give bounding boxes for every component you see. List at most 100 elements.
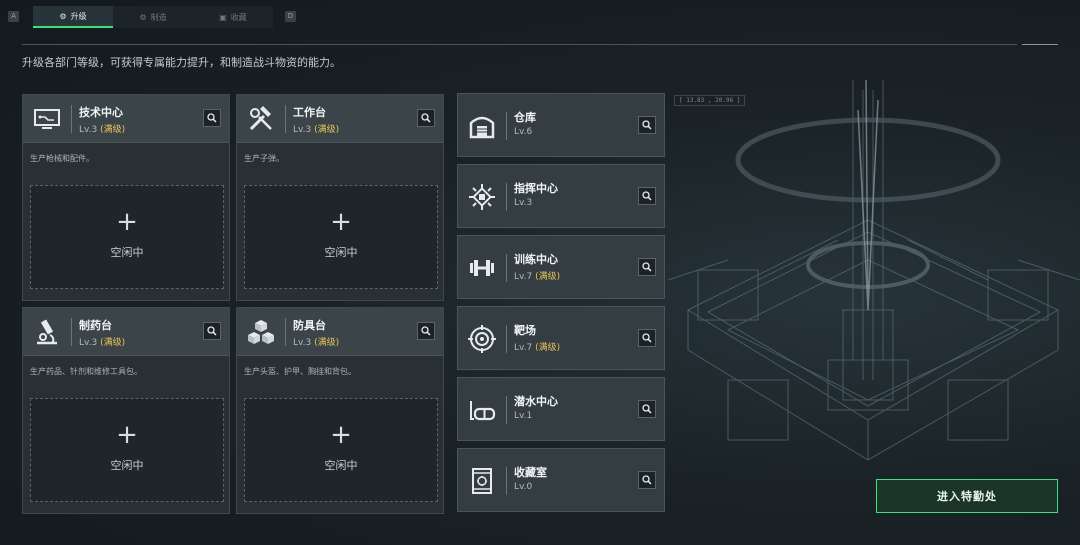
microscope-icon: [29, 314, 65, 350]
production-slot[interactable]: + 空闲中: [244, 185, 438, 289]
dept-row-shooting-range[interactable]: 靶场 Lv.7 (满级): [457, 306, 665, 370]
divider: [506, 325, 507, 353]
dept-name: 训练中心: [514, 253, 558, 266]
card-header: 制药台 Lv.3 (满级): [23, 308, 229, 356]
dept-description: 生产子弹。: [244, 154, 284, 163]
divider: [71, 105, 72, 133]
top-tab-bar: A ⚙ 升级 ⚙ 制造 ▣ 收藏 D: [0, 0, 1080, 34]
search-icon: [642, 191, 652, 201]
search-icon: [421, 113, 431, 123]
search-button[interactable]: [638, 258, 656, 276]
divider: [285, 105, 286, 133]
dept-name: 技术中心: [79, 106, 123, 119]
dept-row-collection-room[interactable]: 收藏室 Lv.0: [457, 448, 665, 512]
search-button[interactable]: [638, 400, 656, 418]
dept-card-armor-bench[interactable]: 防具台 Lv.3 (满级) 生产头盔、护甲、胸挂和背包。 + 空闲中: [236, 307, 444, 514]
dept-level: Lv.7 (满级): [514, 343, 561, 353]
dept-name: 潜水中心: [514, 395, 558, 408]
search-button[interactable]: [638, 471, 656, 489]
search-icon: [642, 120, 652, 130]
tab-label: 收藏: [230, 12, 247, 22]
slot-status: 空闲中: [324, 246, 358, 259]
search-button[interactable]: [417, 109, 435, 127]
search-button[interactable]: [417, 322, 435, 340]
search-button[interactable]: [638, 329, 656, 347]
prev-tab-key-hint[interactable]: A: [8, 11, 19, 22]
dept-level: Lv.3: [514, 198, 533, 208]
tab-label: 升级: [70, 11, 87, 21]
collection-icon: ▣: [219, 12, 227, 22]
dept-level: Lv.0: [514, 482, 533, 492]
search-icon: [642, 333, 652, 343]
divider: [506, 467, 507, 495]
search-icon: [421, 326, 431, 336]
tab-manufacture[interactable]: ⚙ 制造: [113, 6, 193, 28]
search-icon: [642, 475, 652, 485]
dept-description: 生产头盔、护甲、胸挂和背包。: [244, 367, 356, 376]
search-button[interactable]: [638, 187, 656, 205]
card-header: 防具台 Lv.3 (满级): [237, 308, 443, 356]
production-slot[interactable]: + 空闲中: [244, 398, 438, 502]
dept-level: Lv.3 (满级): [79, 338, 126, 348]
card-header: 工作台 Lv.3 (满级): [237, 95, 443, 143]
dept-level: Lv.7 (满级): [514, 272, 561, 282]
base-hologram-illustration: [668, 80, 1080, 461]
divider: [506, 112, 507, 140]
divider: [285, 318, 286, 346]
enter-special-ops-button[interactable]: 进入特勤处: [876, 479, 1058, 513]
tab-label: 制造: [150, 12, 167, 22]
page-subtitle: 升级各部门等级，可获得专属能力提升，和制造战斗物资的能力。: [22, 56, 341, 69]
gear-icon: ⚙: [139, 12, 147, 22]
dept-row-warehouse[interactable]: 仓库 Lv.6: [457, 93, 665, 157]
dept-level: Lv.3 (满级): [293, 338, 340, 348]
computer-icon: [29, 101, 65, 137]
search-icon: [207, 326, 217, 336]
slot-status: 空闲中: [110, 246, 144, 259]
card-header: 技术中心 Lv.3 (满级): [23, 95, 229, 143]
dept-card-workbench[interactable]: 工作台 Lv.3 (满级) 生产子弹。 + 空闲中: [236, 94, 444, 301]
cubes-icon: [243, 314, 279, 350]
search-icon: [642, 404, 652, 414]
chip-icon: [464, 179, 500, 215]
slot-status: 空闲中: [324, 459, 358, 472]
dept-name: 靶场: [514, 324, 536, 337]
warehouse-icon: [464, 108, 500, 144]
vault-icon: [464, 463, 500, 499]
dept-level: Lv.3 (满级): [293, 125, 340, 135]
production-slot[interactable]: + 空闲中: [30, 398, 224, 502]
dept-name: 工作台: [293, 106, 326, 119]
dept-description: 生产药品、针剂和维修工具包。: [30, 367, 142, 376]
dept-name: 制药台: [79, 319, 112, 332]
diving-mask-icon: [464, 392, 500, 428]
dept-card-pharmacy[interactable]: 制药台 Lv.3 (满级) 生产药品、针剂和维修工具包。 + 空闲中: [22, 307, 230, 514]
search-button[interactable]: [203, 322, 221, 340]
next-tab-key-hint[interactable]: D: [285, 11, 296, 22]
dept-description: 生产枪械和配件。: [30, 154, 94, 163]
divider: [506, 396, 507, 424]
tab-list: ⚙ 升级 ⚙ 制造 ▣ 收藏: [33, 6, 273, 28]
header-divider-accent: [1022, 44, 1058, 45]
divider: [506, 183, 507, 211]
dept-row-training-center[interactable]: 训练中心 Lv.7 (满级): [457, 235, 665, 299]
add-icon: +: [116, 207, 138, 237]
add-icon: +: [330, 420, 352, 450]
divider: [506, 254, 507, 282]
dept-level: Lv.6: [514, 127, 533, 137]
dept-row-diving-center[interactable]: 潜水中心 Lv.1: [457, 377, 665, 441]
dept-level: Lv.3 (满级): [79, 125, 126, 135]
add-icon: +: [116, 420, 138, 450]
search-button[interactable]: [203, 109, 221, 127]
tab-collection[interactable]: ▣ 收藏: [193, 6, 273, 28]
slot-status: 空闲中: [110, 459, 144, 472]
target-icon: [464, 321, 500, 357]
search-button[interactable]: [638, 116, 656, 134]
dept-name: 仓库: [514, 111, 536, 124]
dumbbell-icon: [464, 250, 500, 286]
divider: [71, 318, 72, 346]
add-icon: +: [330, 207, 352, 237]
dept-row-command-center[interactable]: 指挥中心 Lv.3: [457, 164, 665, 228]
dept-card-tech-center[interactable]: 技术中心 Lv.3 (满级) 生产枪械和配件。 + 空闲中: [22, 94, 230, 301]
search-icon: [642, 262, 652, 272]
production-slot[interactable]: + 空闲中: [30, 185, 224, 289]
tab-upgrade[interactable]: ⚙ 升级: [33, 6, 113, 28]
